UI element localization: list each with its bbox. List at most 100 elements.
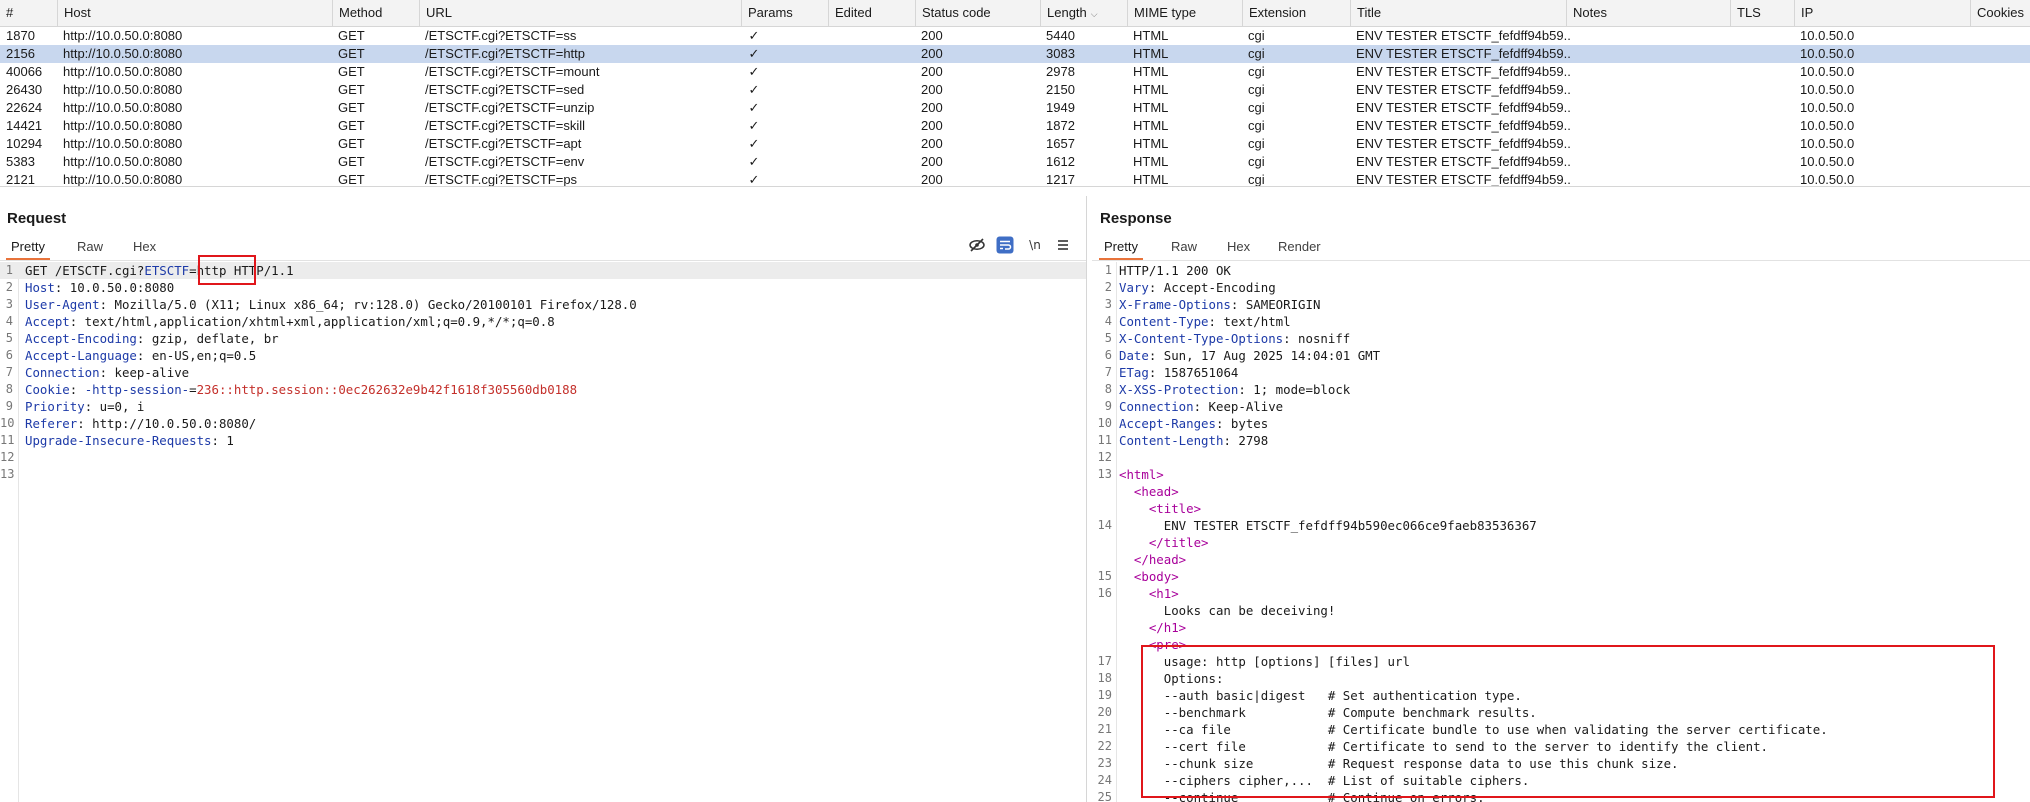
code-token: : 10.0.50.0:8080: [54, 280, 175, 295]
code-token: : Mozilla/5.0 (X11; Linux x86_64; rv:128…: [99, 297, 637, 312]
code-line: 6 Date: Sun, 17 Aug 2025 14:04:01 GMT: [1092, 347, 2030, 364]
code-line: 11 Content-Length: 2798: [1092, 432, 2030, 449]
line-number: 17: [1097, 654, 1112, 668]
line-text: Content-Length: 2798: [1119, 432, 1268, 449]
row-host: http://10.0.50.0:8080: [63, 46, 183, 61]
row-url: /ETSCTF.cgi?ETSCTF=ss: [425, 28, 577, 43]
row-status: 200: [921, 154, 943, 169]
code-token: Accept-Ranges: [1119, 416, 1216, 431]
col-method[interactable]: Method: [332, 0, 426, 26]
row-extension: cgi: [1248, 172, 1265, 186]
tab-raw[interactable]: Raw: [1166, 236, 1202, 258]
line-text: Vary: Accept-Encoding: [1119, 279, 1276, 296]
line-number: 6: [5, 348, 13, 362]
request-editor[interactable]: 1 GET /ETSCTF.cgi?ETSCTF=http HTTP/1.1 2 Ho…: [0, 262, 1086, 483]
row-number: 14421: [6, 118, 43, 133]
line-text: Upgrade-Insecure-Requests: 1: [25, 432, 234, 449]
col-url[interactable]: URL: [419, 0, 748, 26]
request-tabs: Pretty Raw Hex: [0, 236, 1086, 261]
line-number: 11: [0, 433, 15, 447]
line-number: 19: [1097, 688, 1112, 702]
row-length: 3083: [1046, 46, 1075, 61]
tab-hex[interactable]: Hex: [1222, 236, 1255, 258]
newline-icon[interactable]: \n: [1026, 236, 1044, 254]
table-row[interactable]: 40066 http://10.0.50.0:8080 GET/ETSCTF.cgi…: [0, 63, 2030, 81]
tab-raw[interactable]: Raw: [72, 236, 108, 258]
code-token: ETSCTF: [144, 263, 190, 278]
col-mime-type[interactable]: MIME type: [1127, 0, 1249, 26]
row-title: ENV TESTER ETSCTF_fefdff94b59...: [1356, 46, 1572, 61]
col-length[interactable]: Length ⌵: [1040, 0, 1134, 27]
col-notes[interactable]: Notes: [1566, 0, 1737, 26]
row-url: /ETSCTF.cgi?ETSCTF=apt: [425, 136, 582, 151]
hide-icon[interactable]: [968, 236, 986, 254]
code-token: : SAMEORIGIN: [1230, 297, 1321, 312]
line-number: 7: [1104, 365, 1112, 379]
row-length: 1612: [1046, 154, 1075, 169]
code-token: : 1: [211, 433, 234, 448]
row-number: 2121: [6, 172, 35, 186]
col-title[interactable]: Title: [1350, 0, 1573, 26]
code-token: =: [189, 382, 197, 397]
code-line: 13: [0, 466, 1086, 483]
line-number: 24: [1097, 773, 1112, 787]
menu-icon[interactable]: [1054, 236, 1072, 254]
code-token: : 2798: [1223, 433, 1269, 448]
col-edited[interactable]: Edited: [828, 0, 922, 26]
row-mime: HTML: [1133, 64, 1169, 79]
row-method: GET: [338, 118, 365, 133]
code-line: 5 Accept-Encoding: gzip, deflate, br: [0, 330, 1086, 347]
line-text: Referer: http://10.0.50.0:8080/: [25, 415, 256, 432]
line-number: 10: [1097, 416, 1112, 430]
line-number: 12: [1097, 450, 1112, 464]
row-extension: cgi: [1248, 154, 1265, 169]
col-params[interactable]: Params: [741, 0, 835, 26]
line-text: </title>: [1119, 534, 1209, 551]
code-token: Content-Type: [1119, 314, 1209, 329]
code-token: : 1; mode=block: [1238, 382, 1351, 397]
line-text: Content-Type: text/html: [1119, 313, 1291, 330]
row-mime: HTML: [1133, 154, 1169, 169]
table-row[interactable]: 1870 http://10.0.50.0:8080 GET/ETSCTF.cgi?…: [0, 27, 2030, 45]
col-status-code[interactable]: Status code: [915, 0, 1047, 26]
row-mime: HTML: [1133, 82, 1169, 97]
col-extension[interactable]: Extension: [1242, 0, 1357, 26]
row-url: /ETSCTF.cgi?ETSCTF=env: [425, 154, 585, 169]
line-number: 8: [5, 382, 13, 396]
code-token: : Accept-Encoding: [1148, 280, 1276, 295]
code-line: 11 Upgrade-Insecure-Requests: 1: [0, 432, 1086, 449]
col-tls[interactable]: TLS: [1730, 0, 1801, 26]
line-text: <html>: [1119, 466, 1164, 483]
row-host: http://10.0.50.0:8080: [63, 136, 183, 151]
highlight-box: [198, 255, 256, 285]
table-row[interactable]: 14421 http://10.0.50.0:8080 GET/ETSCTF.cgi…: [0, 117, 2030, 135]
table-row[interactable]: 26430 http://10.0.50.0:8080 GET/ETSCTF.cgi…: [0, 81, 2030, 99]
table-row[interactable]: 5383 http://10.0.50.0:8080 GET/ETSCTF.cgi?…: [0, 153, 2030, 171]
col-cookies[interactable]: Cookies: [1970, 0, 2030, 26]
line-text: <title>: [1119, 500, 1201, 517]
row-extension: cgi: [1248, 118, 1265, 133]
wrap-lines-icon[interactable]: [996, 236, 1014, 254]
row-length: 2978: [1046, 64, 1075, 79]
tab-hex[interactable]: Hex: [128, 236, 161, 258]
line-number: 13: [1097, 467, 1112, 481]
row-mime: HTML: [1133, 46, 1169, 61]
tab-pretty[interactable]: Pretty: [6, 236, 50, 260]
table-row[interactable]: 22624 http://10.0.50.0:8080 GET/ETSCTF.cgi…: [0, 99, 2030, 117]
table-row[interactable]: 10294 http://10.0.50.0:8080 GET/ETSCTF.cgi…: [0, 135, 2030, 153]
col-number[interactable]: #: [0, 0, 63, 26]
code-token: Accept-Language: [25, 348, 137, 363]
line-text: Host: 10.0.50.0:8080: [25, 279, 174, 296]
row-number: 40066: [6, 64, 43, 79]
col-length-label: Length: [1047, 5, 1087, 20]
code-line: 12: [1092, 449, 2030, 466]
col-host[interactable]: Host: [57, 0, 339, 26]
line-number: 3: [1104, 297, 1112, 311]
table-row[interactable]: 2156 http://10.0.50.0:8080 GET/ETSCTF.cgi?…: [0, 45, 2030, 63]
table-row[interactable]: 2121 http://10.0.50.0:8080 GET/ETSCTF.cgi?…: [0, 171, 2030, 186]
tab-render[interactable]: Render: [1273, 236, 1326, 258]
col-ip[interactable]: IP: [1794, 0, 1977, 26]
row-status: 200: [921, 46, 943, 61]
tab-pretty[interactable]: Pretty: [1099, 236, 1143, 260]
line-text: User-Agent: Mozilla/5.0 (X11; Linux x86_…: [25, 296, 637, 313]
